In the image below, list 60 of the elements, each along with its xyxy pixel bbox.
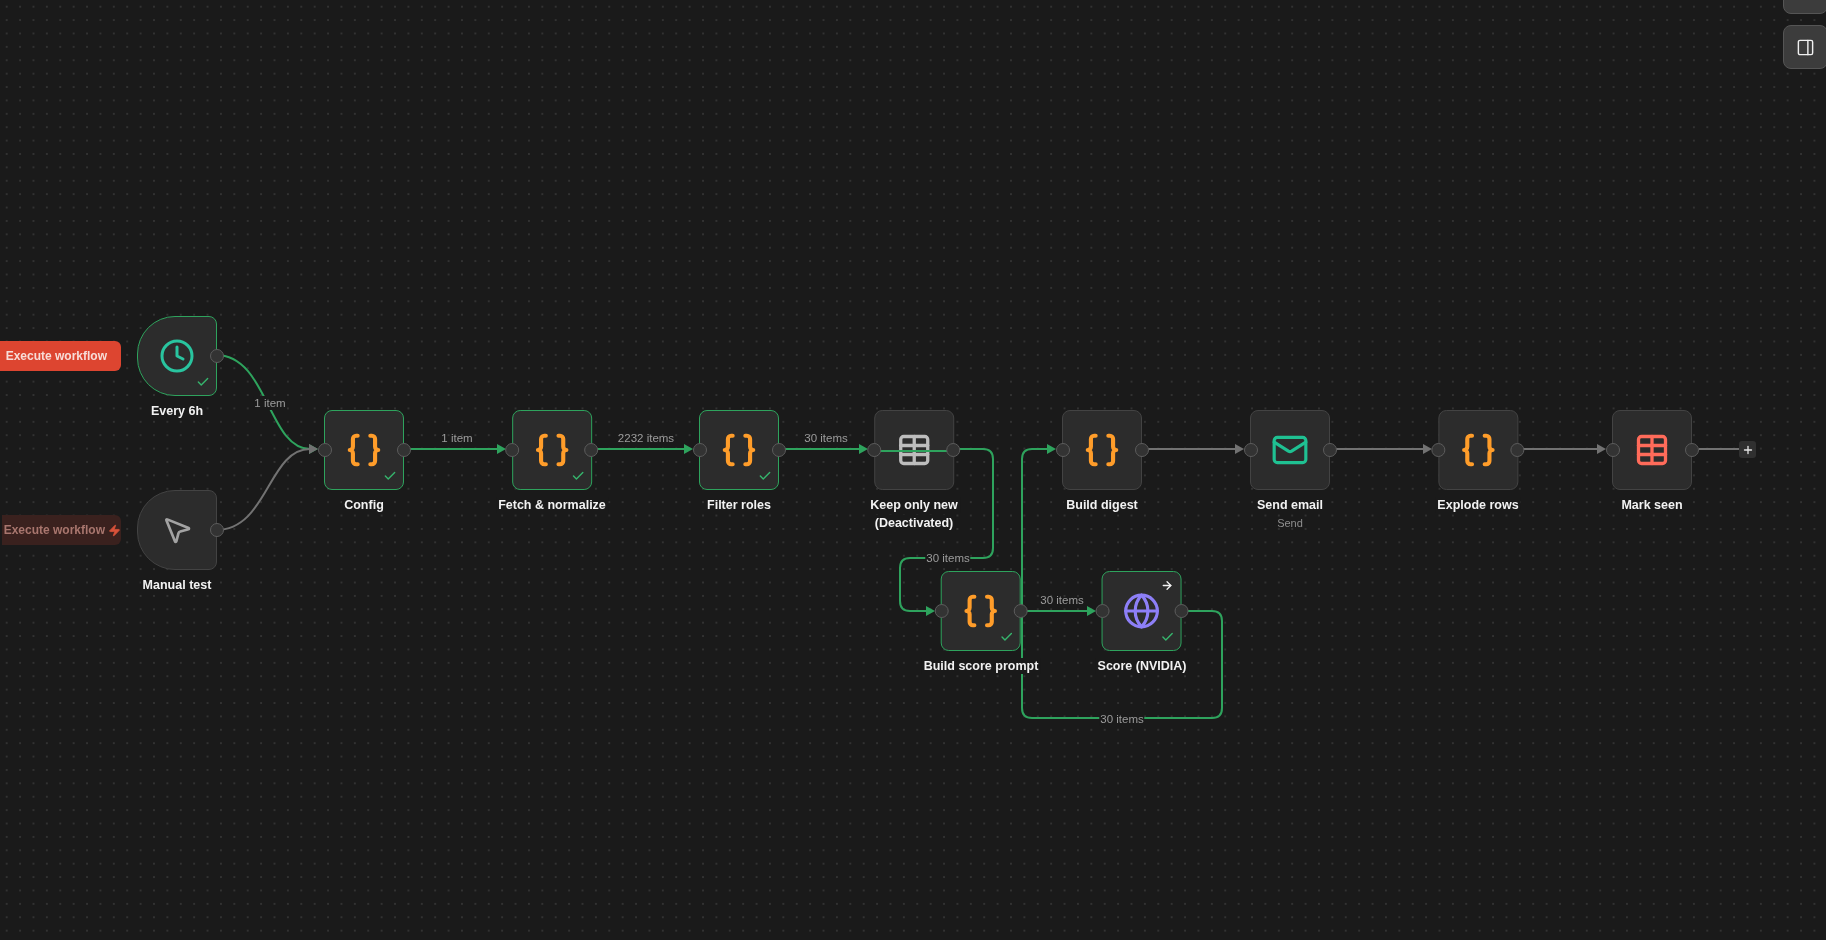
output-handle[interactable] [946,443,961,457]
node-status-note: (Deactivated) [872,515,956,531]
output-handle[interactable] [1134,443,1149,457]
input-handle[interactable] [1095,604,1110,618]
clock-icon [159,338,195,374]
output-handle[interactable] [209,349,224,363]
check-icon [571,469,585,483]
item-count-label: 30 items [925,551,971,565]
braces-icon [962,592,1000,630]
output-handle[interactable] [1510,443,1525,457]
table-icon [896,432,932,468]
add-node-button[interactable] [1739,441,1756,458]
node-label: Keep only new [868,497,960,513]
check-icon [196,375,210,389]
input-handle[interactable] [867,443,882,457]
execute-workflow-button[interactable]: Execute workflow [1,515,121,545]
node-label: Score (NVIDIA) [1095,658,1189,674]
output-handle[interactable] [209,523,224,537]
input-handle[interactable] [1055,443,1070,457]
item-count-label: 30 items [803,431,849,445]
globe-icon [1123,592,1161,630]
input-handle[interactable] [692,443,707,457]
input-handle[interactable] [1431,443,1446,457]
node-label: Config [342,497,386,513]
output-handle[interactable] [1013,604,1028,618]
node-label: Build digest [1064,497,1140,513]
output-handle[interactable] [396,443,411,457]
braces-icon [1083,431,1121,469]
input-handle[interactable] [934,604,949,618]
braces-icon [720,431,758,469]
output-handle[interactable] [1322,443,1337,457]
braces-icon [1459,431,1497,469]
item-count-label: 1 item [253,396,287,410]
check-icon [1161,630,1175,644]
node-label: Build score prompt [921,658,1041,674]
plus-icon [1741,443,1754,456]
execute-workflow-button[interactable]: Execute workflow [0,341,121,371]
panel-toggle-button[interactable] [1783,25,1826,69]
output-handle[interactable] [1684,443,1699,457]
item-count-label: 30 items [1099,712,1145,726]
item-count-label: 1 item [440,431,474,445]
input-handle[interactable] [317,443,332,457]
node-label: Every 6h [148,403,206,419]
table-icon [1634,432,1670,468]
item-count-label: 2232 items [616,431,676,445]
input-handle[interactable] [505,443,520,457]
check-icon [758,469,772,483]
output-handle[interactable] [1174,604,1189,618]
input-handle[interactable] [1605,443,1620,457]
braces-icon [345,431,383,469]
item-count-label: 30 items [1039,593,1085,607]
check-icon [383,469,397,483]
input-handle[interactable] [1243,443,1258,457]
node-subtitle: Send [1277,517,1303,530]
output-handle[interactable] [771,443,786,457]
side-panel-icon [1796,37,1815,57]
node-label: Explode rows [1435,497,1521,513]
braces-icon [533,431,571,469]
lightning-icon [108,523,121,537]
output-handle[interactable] [584,443,599,457]
